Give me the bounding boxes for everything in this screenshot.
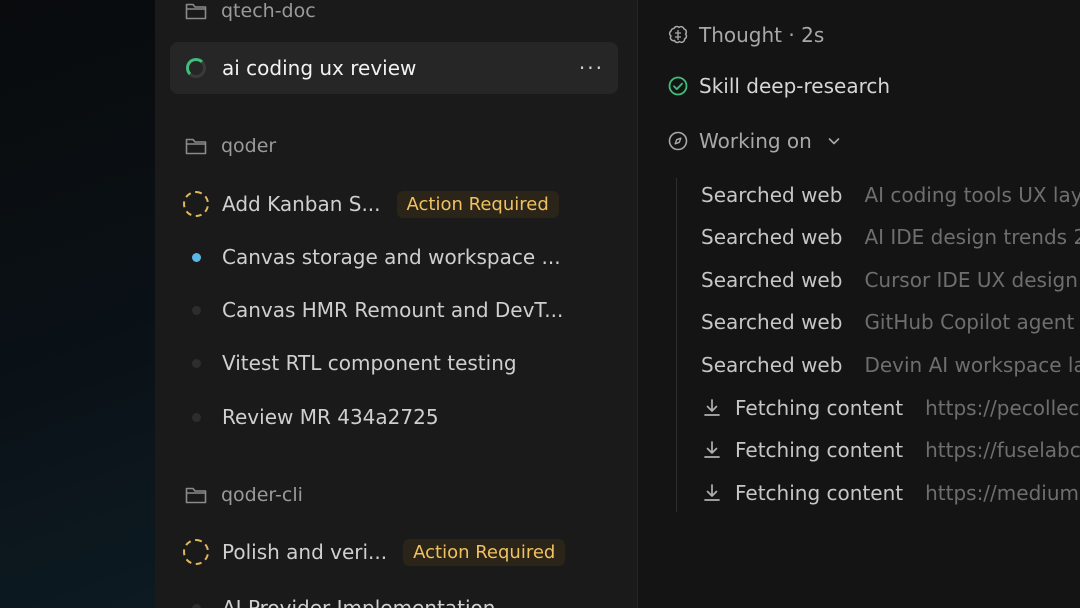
activity-kind: Searched web <box>701 225 843 249</box>
activity-detail: GitHub Copilot agent <box>864 310 1075 334</box>
group-name: qtech-doc <box>221 0 316 22</box>
group-header-qtech-doc[interactable]: qtech-doc <box>185 0 316 26</box>
activity-item[interactable]: Searched web GitHub Copilot agent <box>701 307 1074 337</box>
task-label: Canvas HMR Remount and DevT... <box>222 298 564 322</box>
activity-detail: AI coding tools UX lay <box>864 183 1080 207</box>
group-name: qoder <box>221 135 277 157</box>
task-item-canvas-storage[interactable]: Canvas storage and workspace ... <box>170 231 618 283</box>
skill-label: Skill deep-research <box>699 74 891 98</box>
folder-icon <box>185 3 207 20</box>
task-label: Vitest RTL component testing <box>222 351 517 375</box>
action-required-icon <box>170 178 222 230</box>
task-item-polish-and-verify[interactable]: Polish and veri... Action Required <box>170 526 618 578</box>
activity-item[interactable]: Searched web AI IDE design trends 2 <box>701 222 1080 252</box>
action-required-badge: Action Required <box>403 538 566 566</box>
task-label: AI Provider Implementation <box>222 596 496 608</box>
idle-dot-icon <box>170 337 222 389</box>
activity-item[interactable]: Searched web Cursor IDE UX design <box>701 265 1078 295</box>
activity-item[interactable]: Fetching content https://pecollec <box>701 393 1079 423</box>
activity-detail: https://medium <box>925 481 1079 505</box>
working-label: Working on <box>699 129 812 153</box>
download-icon <box>704 399 720 416</box>
activity-detail: https://fuselabc <box>925 438 1080 462</box>
action-required-icon <box>170 526 222 578</box>
task-item-ai-provider[interactable]: AI Provider Implementation <box>170 582 618 608</box>
brain-icon <box>668 25 688 44</box>
task-label: Polish and veri... <box>222 540 388 564</box>
activity-detail: https://pecollec <box>925 396 1080 420</box>
chevron-down-icon <box>828 138 840 145</box>
folder-icon <box>185 487 207 504</box>
download-icon <box>704 441 720 458</box>
task-sidebar: qtech-doc ai coding ux review ··· qoder … <box>155 0 638 608</box>
activity-detail: AI IDE design trends 2 <box>864 225 1080 249</box>
working-on-toggle[interactable]: Working on <box>667 126 842 156</box>
task-label: Review MR 434a2725 <box>222 405 439 429</box>
activity-item[interactable]: Searched web Devin AI workspace la <box>701 350 1080 380</box>
task-label: Canvas storage and workspace ... <box>222 245 561 269</box>
thought-label: Thought · 2s <box>699 23 825 47</box>
running-spinner-icon <box>170 42 222 94</box>
activity-kind: Searched web <box>701 353 843 377</box>
idle-dot-icon <box>170 284 222 336</box>
task-label: Add Kanban S... <box>222 192 381 216</box>
download-icon <box>704 484 720 501</box>
compass-icon <box>668 131 688 151</box>
thought-toggle[interactable]: Thought · 2s <box>667 20 824 50</box>
group-name: qoder-cli <box>221 484 303 506</box>
action-required-badge: Action Required <box>396 190 559 218</box>
activity-item[interactable]: Fetching content https://fuselabc <box>701 435 1080 465</box>
desktop-edge <box>0 0 155 608</box>
task-item-vitest-rtl[interactable]: Vitest RTL component testing <box>170 337 618 389</box>
task-item-add-kanban[interactable]: Add Kanban S... Action Required <box>170 178 618 230</box>
activity-detail: Cursor IDE UX design <box>864 268 1078 292</box>
activity-kind: Fetching content <box>735 438 904 462</box>
activity-kind: Searched web <box>701 268 843 292</box>
activity-kind: Searched web <box>701 310 843 334</box>
activity-item[interactable]: Fetching content https://medium <box>701 478 1079 508</box>
task-item-review-mr[interactable]: Review MR 434a2725 <box>170 391 618 443</box>
more-options-button[interactable]: ··· <box>579 56 604 80</box>
group-header-qoder-cli[interactable]: qoder-cli <box>185 480 303 510</box>
group-header-qoder[interactable]: qoder <box>185 131 276 161</box>
folder-icon <box>185 138 207 155</box>
activity-timeline-rail <box>676 178 677 512</box>
activity-kind: Searched web <box>701 183 843 207</box>
activity-kind: Fetching content <box>735 396 904 420</box>
activity-detail: Devin AI workspace la <box>864 353 1080 377</box>
skill-status[interactable]: Skill deep-research <box>667 71 890 101</box>
idle-dot-icon <box>170 582 222 608</box>
activity-item[interactable]: Searched web AI coding tools UX lay <box>701 180 1080 210</box>
agent-activity-pane: Thought · 2s Skill deep-research Working… <box>639 0 1080 608</box>
activity-kind: Fetching content <box>735 481 904 505</box>
task-item-canvas-hmr[interactable]: Canvas HMR Remount and DevT... <box>170 284 618 336</box>
task-label: ai coding ux review <box>222 56 417 80</box>
idle-dot-icon <box>170 391 222 443</box>
check-circle-icon <box>668 76 688 96</box>
unread-dot-icon <box>170 231 222 283</box>
task-item-ai-coding-ux-review[interactable]: ai coding ux review ··· <box>170 42 618 94</box>
